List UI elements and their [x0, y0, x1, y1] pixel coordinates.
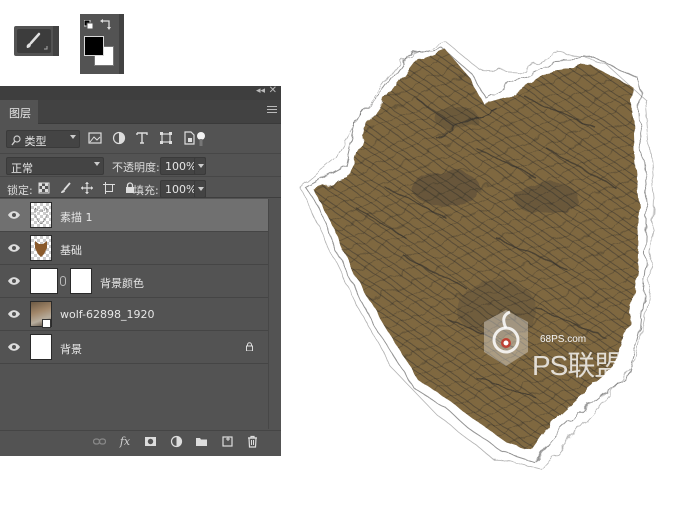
layer-thumbnail: [30, 268, 58, 294]
panel-titlebar: ◂◂ ✕: [0, 85, 281, 100]
visibility-eye-icon[interactable]: [7, 308, 21, 320]
filter-type-icon[interactable]: [135, 131, 149, 145]
panel-bottom-bar: fx: [0, 430, 281, 452]
filter-smart-object-icon[interactable]: [182, 131, 196, 145]
brush-tool-button[interactable]: [14, 26, 59, 56]
visibility-eye-icon[interactable]: [7, 242, 21, 254]
filter-row: 类型: [0, 128, 281, 150]
visibility-eye-icon[interactable]: [7, 275, 21, 287]
layers-panel: ◂◂ ✕ 图层 类型 正常 不透明度: 100% 锁定: 填充: 100% 素描…: [0, 85, 281, 456]
mask-link-icon[interactable]: [60, 276, 66, 286]
filter-adjustment-icon[interactable]: [112, 131, 126, 145]
layer-thumbnail: [30, 301, 52, 328]
adjustment-icon[interactable]: [170, 435, 183, 448]
layer-thumbnail: [30, 202, 52, 228]
lock-label: 锁定:: [7, 184, 33, 197]
layer-thumbnail: [30, 334, 52, 360]
filter-pixel-icon[interactable]: [88, 131, 102, 145]
layer-name: wolf-62898_1920: [60, 308, 155, 321]
fill-dropdown[interactable]: [194, 180, 206, 198]
layer-row-base[interactable]: 基础: [0, 232, 268, 265]
folder-icon[interactable]: [195, 435, 208, 448]
fx-icon[interactable]: fx: [119, 435, 132, 448]
layer-lock-icon: [246, 342, 253, 351]
layers-list: 素描 1 基础 背景颜色 wolf-62898_1920 背景: [0, 199, 268, 364]
layer-name: 基础: [60, 244, 82, 257]
layer-row-background[interactable]: 背景: [0, 331, 268, 364]
layer-row-background-color[interactable]: 背景颜色: [0, 265, 268, 298]
opacity-label: 不透明度:: [112, 161, 160, 174]
lock-paint-icon[interactable]: [60, 182, 72, 194]
watermark-logo-icon: [484, 310, 528, 366]
blend-row: 正常 不透明度: 100%: [0, 153, 281, 175]
lock-artboard-icon[interactable]: [102, 182, 115, 194]
swap-colors-icon[interactable]: [100, 18, 112, 30]
filter-toggle-icon[interactable]: [196, 131, 206, 147]
lock-move-icon[interactable]: [81, 182, 93, 194]
panel-tabbar: 图层: [0, 100, 281, 124]
lock-row: 锁定: 填充: 100%: [0, 176, 281, 198]
watermark-text: PS联盟: [532, 350, 622, 381]
layer-name: 素描 1: [60, 211, 93, 224]
filter-kind-select[interactable]: 类型: [6, 130, 80, 148]
layer-row-sketch[interactable]: 素描 1: [0, 199, 268, 232]
layer-thumbnail: [30, 235, 52, 261]
lock-transparent-icon[interactable]: [38, 182, 50, 194]
filter-shape-icon[interactable]: [159, 131, 173, 145]
mask-icon[interactable]: [144, 435, 157, 448]
collapse-icon[interactable]: ◂◂: [256, 86, 265, 96]
foreground-color[interactable]: [84, 36, 104, 56]
tab-layers[interactable]: 图层: [0, 100, 38, 124]
layer-name: 背景: [60, 343, 82, 356]
close-icon[interactable]: ✕: [269, 85, 277, 96]
layer-mask-thumbnail[interactable]: [70, 268, 92, 294]
trash-icon[interactable]: [246, 435, 259, 448]
new-layer-icon[interactable]: [221, 435, 234, 448]
wolf-sketch-artwork: [299, 41, 655, 470]
brush-icon: [26, 32, 48, 50]
panel-menu-icon[interactable]: [267, 106, 277, 115]
smart-object-icon: [42, 319, 51, 328]
fill-label: 填充:: [133, 184, 159, 197]
link-icon[interactable]: [92, 435, 107, 448]
layers-scrollbar[interactable]: [268, 199, 281, 429]
blend-mode-select[interactable]: 正常: [6, 157, 104, 175]
layer-row-wolf-photo[interactable]: wolf-62898_1920: [0, 298, 268, 331]
search-icon: [11, 135, 21, 146]
default-colors-icon[interactable]: [84, 20, 94, 30]
visibility-eye-icon[interactable]: [7, 209, 21, 221]
color-swatches: [80, 14, 124, 74]
layer-name: 背景颜色: [100, 277, 144, 290]
opacity-dropdown[interactable]: [194, 157, 206, 175]
visibility-eye-icon[interactable]: [7, 341, 21, 353]
